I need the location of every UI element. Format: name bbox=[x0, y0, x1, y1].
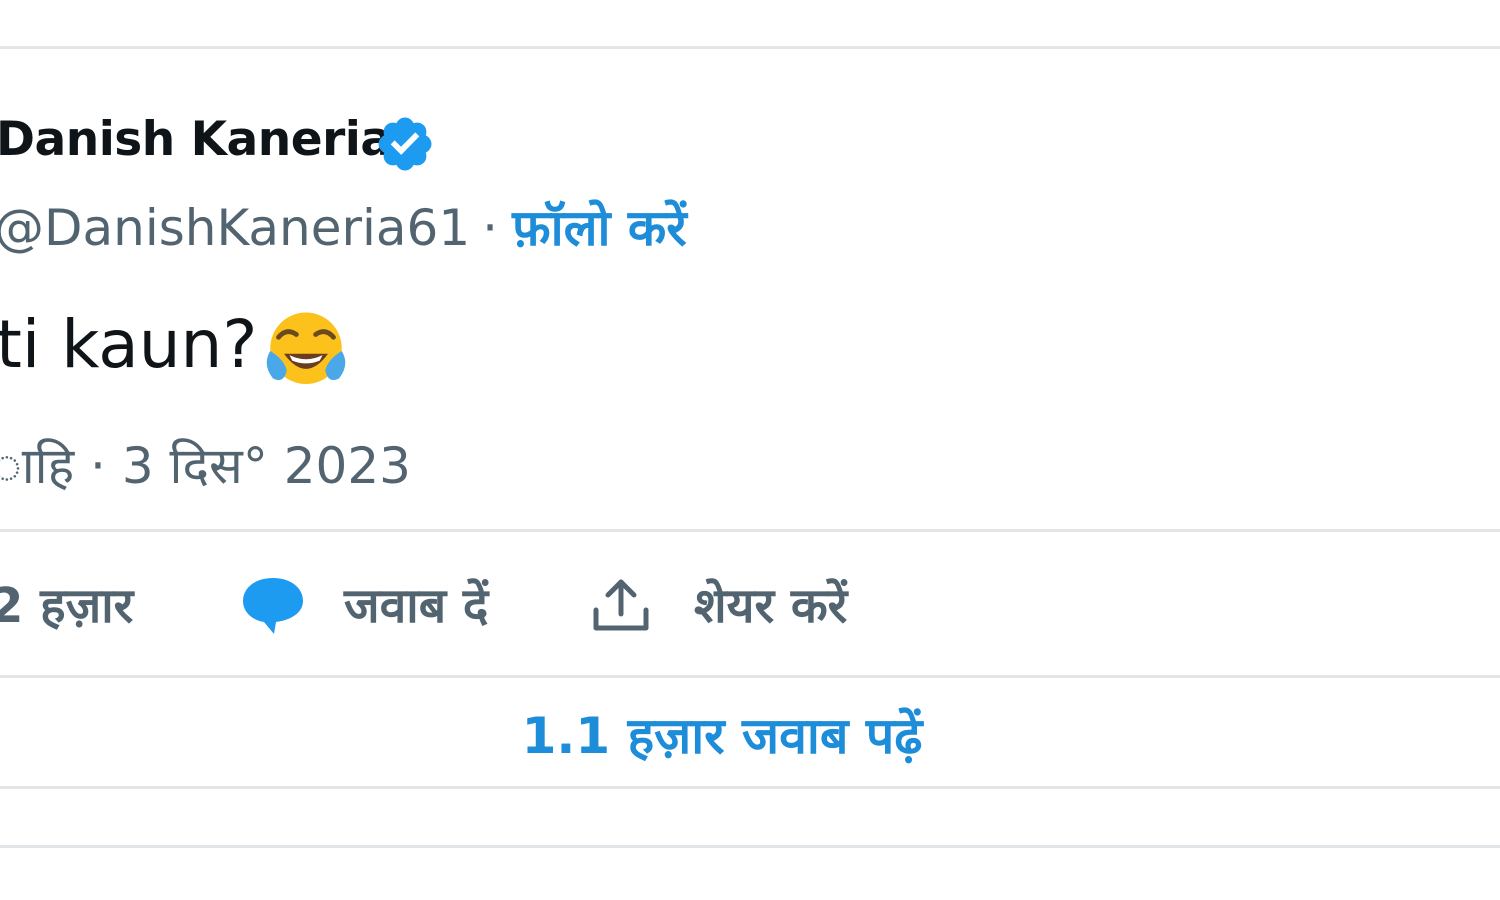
share-upload-icon[interactable] bbox=[590, 576, 652, 634]
read-replies-link[interactable]: 1.1 हज़ार जवाब पढ़ें bbox=[0, 700, 1444, 768]
follow-link[interactable]: फ़ॉलो करें bbox=[512, 192, 687, 260]
author-name[interactable]: Danish Kaneria bbox=[0, 112, 392, 167]
top-divider bbox=[0, 46, 1500, 49]
author-handle[interactable]: @DanishKaneria61 bbox=[0, 199, 470, 257]
like-count[interactable]: 2 हज़ार bbox=[0, 572, 133, 637]
tweet-text: ti kaun? bbox=[0, 306, 258, 383]
tears-of-joy-emoji-icon bbox=[266, 312, 346, 384]
actions-top-divider bbox=[0, 529, 1500, 532]
handle-row: @DanishKaneria61 · फ़ॉलो करें bbox=[0, 192, 687, 260]
actions-bottom-divider bbox=[0, 675, 1500, 678]
speech-bubble-icon[interactable] bbox=[240, 574, 306, 636]
bottom-divider bbox=[0, 845, 1500, 848]
handle-separator: · bbox=[482, 199, 499, 257]
reply-button-label[interactable]: जवाब दें bbox=[344, 572, 488, 637]
tweet-timestamp[interactable]: ाहि · 3 दिस° 2023 bbox=[0, 430, 411, 498]
tweet-actions: 2 हज़ार जवाब दें शेयर करें bbox=[0, 568, 1500, 648]
tweet-embed: Danish Kaneria @DanishKaneria61 · फ़ॉलो … bbox=[0, 0, 1500, 900]
share-button-label[interactable]: शेयर करें bbox=[694, 572, 847, 637]
verified-badge-icon bbox=[378, 117, 432, 171]
footer-divider bbox=[0, 786, 1500, 789]
